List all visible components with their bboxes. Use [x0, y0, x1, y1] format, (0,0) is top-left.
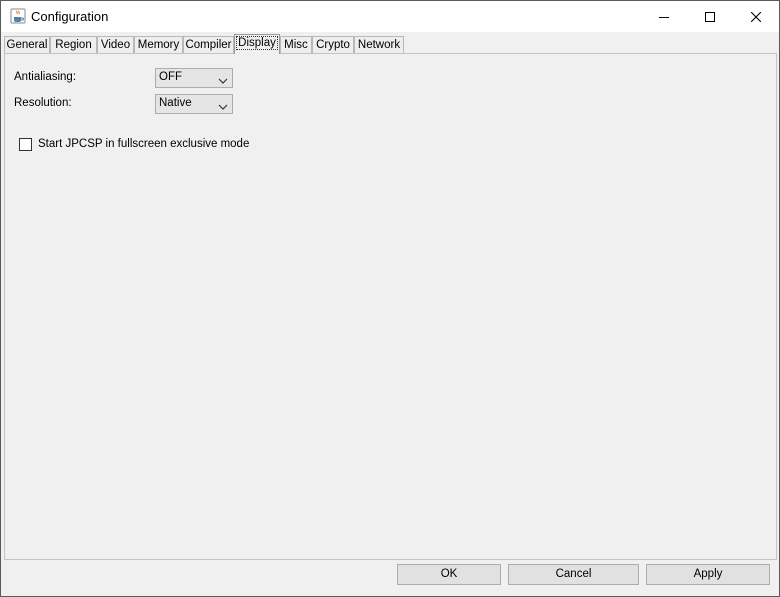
apply-button[interactable]: Apply — [646, 564, 770, 585]
tab-label: Display — [236, 36, 278, 50]
resolution-value: Native — [159, 97, 192, 109]
chevron-down-icon — [218, 74, 228, 84]
title-bar[interactable]: Configuration — [1, 1, 779, 32]
java-cup-icon — [10, 8, 26, 24]
tab-compiler[interactable]: Compiler — [183, 36, 234, 53]
tab-network[interactable]: Network — [354, 36, 404, 53]
ok-button[interactable]: OK — [397, 564, 501, 585]
tab-general[interactable]: General — [4, 36, 50, 53]
cancel-button[interactable]: Cancel — [508, 564, 639, 585]
tab-label: Misc — [284, 39, 308, 51]
tab-label: Compiler — [185, 39, 232, 51]
maximize-icon — [705, 11, 715, 22]
close-button[interactable] — [733, 1, 779, 32]
antialiasing-label: Antialiasing: — [14, 71, 77, 83]
tab-label: Memory — [137, 39, 180, 51]
tab-strip: General Region Video Memory Compiler Dis… — [4, 34, 776, 54]
antialiasing-select[interactable]: OFF — [155, 68, 233, 88]
minimize-icon — [659, 12, 669, 22]
close-icon — [751, 11, 761, 22]
tab-region[interactable]: Region — [50, 36, 97, 53]
tab-memory[interactable]: Memory — [134, 36, 183, 53]
maximize-button[interactable] — [687, 1, 733, 32]
tab-label: Region — [55, 39, 92, 51]
chevron-down-icon — [218, 100, 228, 110]
minimize-button[interactable] — [641, 1, 687, 32]
tab-misc[interactable]: Misc — [280, 36, 312, 53]
resolution-label: Resolution: — [14, 97, 72, 109]
tab-label: Crypto — [316, 39, 350, 51]
display-settings-panel: Antialiasing: OFF Resolution: Native Sta… — [4, 53, 777, 560]
tab-label: General — [6, 39, 48, 51]
configuration-window: Configuration General Region Video Memor… — [0, 0, 780, 597]
tab-display[interactable]: Display — [234, 34, 280, 54]
resolution-select[interactable]: Native — [155, 94, 233, 114]
tab-crypto[interactable]: Crypto — [312, 36, 354, 53]
tab-video[interactable]: Video — [97, 36, 134, 53]
antialiasing-value: OFF — [159, 71, 182, 83]
tab-label: Network — [357, 39, 401, 51]
window-title: Configuration — [31, 9, 109, 24]
fullscreen-checkbox[interactable] — [19, 138, 32, 151]
fullscreen-checkbox-label[interactable]: Start JPCSP in fullscreen exclusive mode — [38, 138, 249, 150]
tab-label: Video — [100, 39, 131, 51]
